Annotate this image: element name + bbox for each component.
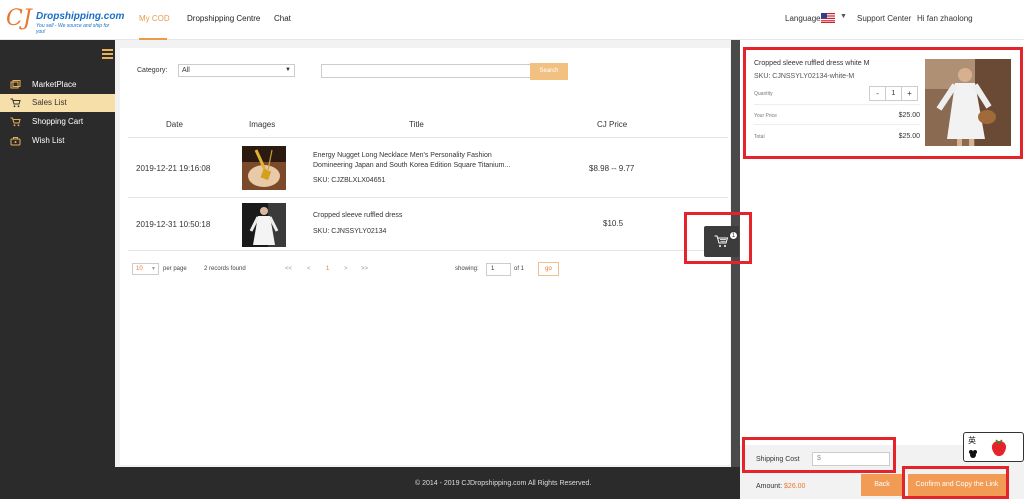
sidebar: MarketPlace Sales List Shopping Cart Wis… bbox=[0, 40, 115, 499]
row-title-line: Energy Nugget Long Necklace Men's Person… bbox=[313, 152, 492, 159]
table-divider bbox=[128, 197, 728, 198]
amount-value: $26.00 bbox=[784, 483, 806, 490]
checkout-panel: Cropped sleeve ruffled dress white M SKU… bbox=[740, 40, 1024, 499]
input-method-widget[interactable]: 英 bbox=[963, 432, 1024, 462]
showing-label: showing: bbox=[455, 266, 479, 272]
total-pages-label: of 1 bbox=[514, 266, 525, 272]
cart-count-badge: 1 bbox=[729, 231, 738, 240]
row-sku: SKU: CJNSSYLY02134 bbox=[313, 228, 387, 235]
logo-name: Dropshipping.com bbox=[36, 11, 125, 22]
column-header-images: Images bbox=[249, 120, 276, 129]
your-price-label: Your Price bbox=[754, 113, 777, 119]
sales-list-panel: Category: All ▼ Search Date Images Title… bbox=[120, 48, 730, 465]
cart-icon bbox=[10, 98, 21, 108]
language-dropdown-icon[interactable]: ▼ bbox=[840, 13, 847, 20]
category-value: All bbox=[182, 67, 190, 74]
row-title-line: Cropped sleeve ruffled dress bbox=[313, 212, 403, 219]
table-divider bbox=[128, 250, 728, 251]
sidebar-item-label: Wish List bbox=[32, 136, 65, 145]
product-image-dress[interactable] bbox=[242, 203, 286, 247]
per-page-label: per page bbox=[163, 266, 187, 272]
mouse-icon bbox=[969, 450, 977, 458]
back-button[interactable]: Back bbox=[861, 474, 903, 496]
shipping-cost-input[interactable]: $ bbox=[812, 452, 890, 466]
us-flag-icon[interactable] bbox=[821, 13, 835, 23]
nav-dropshipping-centre[interactable]: Dropshipping Centre bbox=[187, 14, 260, 23]
last-page-button[interactable]: >> bbox=[361, 266, 368, 272]
cart-item-sku: SKU: CJNSSYLY02134-white-M bbox=[754, 73, 855, 80]
shipping-cost-label: Shipping Cost bbox=[756, 456, 800, 463]
widget-char: 英 bbox=[968, 436, 976, 445]
page-footer: © 2014 - 2019 CJDropshipping.com All Rig… bbox=[115, 467, 740, 499]
strawberry-icon bbox=[991, 439, 1007, 456]
first-page-button[interactable]: << bbox=[285, 266, 292, 272]
sidebar-item-label: MarketPlace bbox=[32, 80, 77, 89]
nav-my-cod[interactable]: My COD bbox=[139, 14, 170, 23]
records-found: 2 records found bbox=[204, 266, 246, 272]
row-date: 2019-12-21 19:16:08 bbox=[136, 164, 211, 173]
column-header-title: Title bbox=[409, 120, 424, 129]
copyright-text: © 2014 - 2019 CJDropshipping.com All Rig… bbox=[415, 480, 592, 487]
sidebar-item-shopping-cart[interactable]: Shopping Cart bbox=[0, 113, 115, 131]
user-greeting[interactable]: Hi fan zhaolong bbox=[917, 14, 973, 23]
support-center-link[interactable]: Support Center bbox=[857, 14, 911, 23]
column-header-date: Date bbox=[166, 120, 183, 129]
panel-divider bbox=[754, 104, 920, 105]
nav-chat[interactable]: Chat bbox=[274, 14, 291, 23]
floating-cart-button[interactable]: 1 bbox=[704, 226, 739, 257]
sidebar-item-sales-list[interactable]: Sales List bbox=[0, 94, 115, 112]
marketplace-icon bbox=[10, 80, 21, 89]
shopping-cart-icon bbox=[10, 117, 21, 127]
quantity-decrease-button[interactable]: - bbox=[870, 87, 885, 100]
row-date: 2019-12-31 10:50:18 bbox=[136, 220, 211, 229]
search-button[interactable]: Search bbox=[530, 63, 568, 80]
cart-item-image bbox=[925, 59, 1011, 146]
chevron-down-icon: ▼ bbox=[151, 266, 156, 272]
amount-label: Amount: $26.00 bbox=[756, 483, 805, 490]
next-page-button[interactable]: > bbox=[344, 266, 348, 272]
row-price: $8.98 -- 9.77 bbox=[589, 164, 635, 173]
column-header-cj-price: CJ Price bbox=[597, 120, 628, 129]
panel-divider bbox=[754, 124, 920, 125]
sidebar-item-wish-list[interactable]: Wish List bbox=[0, 132, 115, 150]
nav-active-indicator bbox=[139, 38, 167, 40]
quantity-value[interactable]: 1 bbox=[885, 87, 902, 100]
product-image-necklace[interactable] bbox=[242, 146, 286, 190]
category-select[interactable]: All ▼ bbox=[178, 64, 295, 77]
page-size-value: 10 bbox=[136, 266, 143, 272]
confirm-copy-link-button[interactable]: Confirm and Copy the Link bbox=[908, 474, 1006, 496]
overlay-divider bbox=[731, 40, 740, 499]
row-title-line: Domineering Japan and South Korea Editio… bbox=[313, 162, 511, 169]
search-input[interactable] bbox=[321, 64, 531, 78]
menu-toggle-icon[interactable] bbox=[102, 49, 113, 59]
logo-mark: CJ bbox=[6, 6, 32, 31]
logo-tagline: You sell - We source and ship for you! bbox=[36, 23, 110, 35]
cj-logo[interactable]: CJ Dropshipping.com You sell - We source… bbox=[6, 6, 124, 35]
your-price-value: $25.00 bbox=[898, 112, 920, 119]
wish-list-icon bbox=[10, 137, 21, 146]
cart-item-title: Cropped sleeve ruffled dress white M bbox=[754, 60, 870, 67]
sidebar-item-label: Shopping Cart bbox=[32, 117, 84, 126]
quantity-increase-button[interactable]: + bbox=[902, 87, 917, 100]
top-header: CJ Dropshipping.com You sell - We source… bbox=[0, 0, 1024, 40]
page-size-select[interactable]: 10 ▼ bbox=[132, 263, 159, 275]
go-button[interactable]: go bbox=[538, 262, 559, 276]
row-sku: SKU: CJZBLXLX04651 bbox=[313, 177, 386, 184]
cart-list-icon bbox=[714, 235, 729, 247]
total-label: Total bbox=[754, 134, 765, 140]
row-price: $10.5 bbox=[603, 219, 624, 228]
current-page[interactable]: 1 bbox=[326, 266, 329, 272]
chevron-down-icon: ▼ bbox=[285, 67, 291, 73]
sidebar-item-label: Sales List bbox=[32, 98, 67, 107]
goto-page-input[interactable]: 1 bbox=[486, 263, 511, 276]
quantity-stepper[interactable]: - 1 + bbox=[869, 86, 918, 101]
language-label[interactable]: Language bbox=[785, 14, 821, 23]
table-divider bbox=[128, 137, 728, 138]
total-value: $25.00 bbox=[898, 133, 920, 140]
prev-page-button[interactable]: < bbox=[307, 266, 311, 272]
category-label: Category: bbox=[137, 67, 168, 74]
sidebar-item-marketplace[interactable]: MarketPlace bbox=[0, 76, 115, 94]
amount-label-text: Amount: bbox=[756, 483, 783, 490]
quantity-label: Quantity bbox=[754, 91, 773, 97]
